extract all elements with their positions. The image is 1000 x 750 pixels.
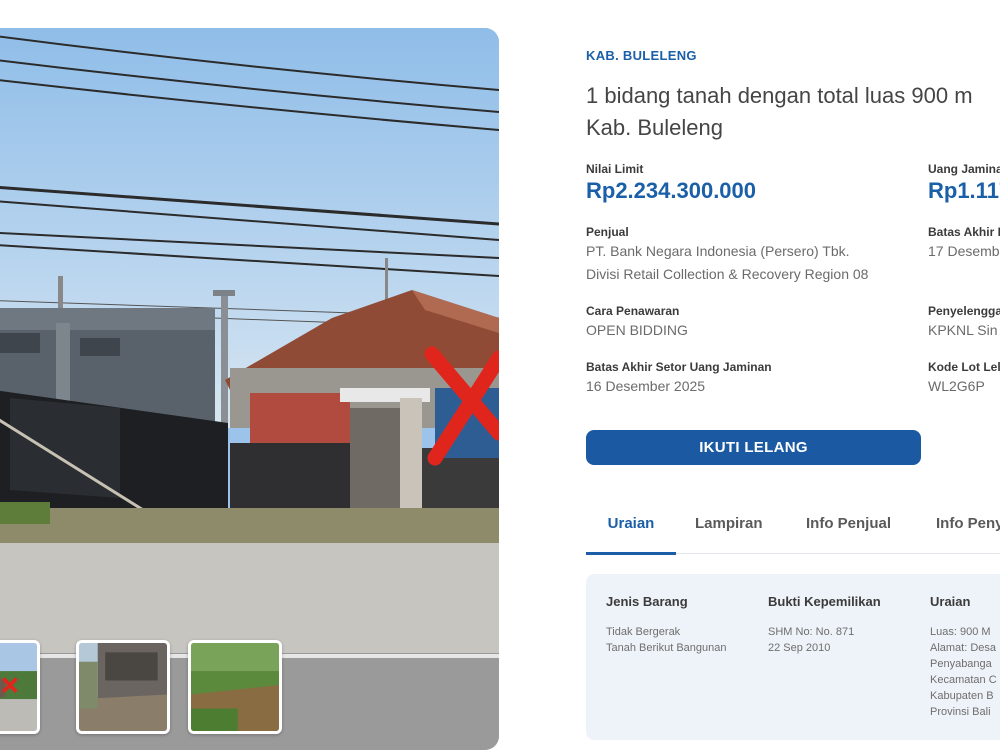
thumbnail-strip (0, 640, 499, 736)
batas-setor-label: Batas Akhir Setor Uang Jaminan (586, 360, 772, 374)
region-label: KAB. BULELENG (586, 48, 697, 63)
uraian-line: Kecamatan C (930, 674, 997, 686)
title-line-1: 1 bidang tanah dengan total luas 900 m (586, 83, 973, 108)
thumbnail-1[interactable] (0, 640, 40, 734)
uraian-line: Kabupaten B (930, 690, 994, 702)
uang-jaminan-label: Uang Jamina (928, 162, 1000, 176)
penyelenggara-label: Penyelengga (928, 304, 1000, 318)
cara-penawaran-value: OPEN BIDDING (586, 322, 688, 338)
cara-penawaran-label: Cara Penawaran (586, 304, 680, 318)
bukti-kepemilikan-line: 22 Sep 2010 (768, 642, 831, 654)
uraian-heading: Uraian (930, 594, 971, 609)
penjual-line-1: PT. Bank Negara Indonesia (Persero) Tbk. (586, 243, 850, 259)
page-title: 1 bidang tanah dengan total luas 900 m K… (586, 80, 1000, 144)
jenis-barang-line: Tanah Berikut Bangunan (606, 642, 727, 654)
tab-lampiran[interactable]: Lampiran (695, 504, 763, 554)
uang-jaminan-value: Rp1.117 (928, 178, 1000, 203)
batas-setor-value: 16 Desember 2025 (586, 378, 706, 394)
photo-thumb-icon (79, 643, 167, 731)
nilai-limit-label: Nilai Limit (586, 162, 644, 176)
batas-akhir-label: Batas Akhir I (928, 225, 1000, 239)
tab-info-penjual[interactable]: Info Penjual (806, 504, 891, 554)
title-line-2: Kab. Buleleng (586, 115, 723, 140)
kode-lot-value: WL2G6P (928, 378, 985, 394)
photo-thumb-icon (191, 643, 279, 731)
jenis-barang-line: Tidak Bergerak (606, 626, 681, 638)
penjual-label: Penjual (586, 225, 629, 239)
bukti-kepemilikan-line: SHM No: No. 871 (768, 626, 855, 638)
uraian-line: Luas: 900 M (930, 626, 991, 638)
photo-thumb-icon (0, 643, 37, 731)
uraian-line: Provinsi Bali (930, 706, 991, 718)
penyelenggara-value: KPKNL Sin (928, 322, 998, 338)
uraian-line: Alamat: Desa (930, 642, 997, 654)
tab-info-penyelenggara[interactable]: Info Peny (936, 504, 1000, 554)
uraian-card: Jenis Barang Tidak Bergerak Tanah Beriku… (586, 574, 1000, 740)
listing-details: KAB. BULELENG 1 bidang tanah dengan tota… (586, 0, 1000, 750)
jenis-barang-heading: Jenis Barang (606, 594, 688, 609)
thumbnail-3[interactable] (188, 640, 282, 734)
uraian-line: Penyabanga (930, 658, 992, 670)
batas-akhir-value: 17 Desemb (928, 243, 1000, 259)
thumbnail-2[interactable] (76, 640, 170, 734)
kode-lot-label: Kode Lot Lela (928, 360, 1000, 374)
tab-uraian[interactable]: Uraian (586, 504, 676, 555)
penjual-line-2: Divisi Retail Collection & Recovery Regi… (586, 266, 869, 282)
main-photo[interactable] (0, 28, 499, 750)
ikuti-lelang-button[interactable]: IKUTI LELANG (586, 430, 921, 465)
bukti-kepemilikan-heading: Bukti Kepemilikan (768, 594, 881, 609)
detail-tabs: Uraian Lampiran Info Penjual Info Peny (586, 504, 1000, 555)
nilai-limit-value: Rp2.234.300.000 (586, 178, 757, 203)
